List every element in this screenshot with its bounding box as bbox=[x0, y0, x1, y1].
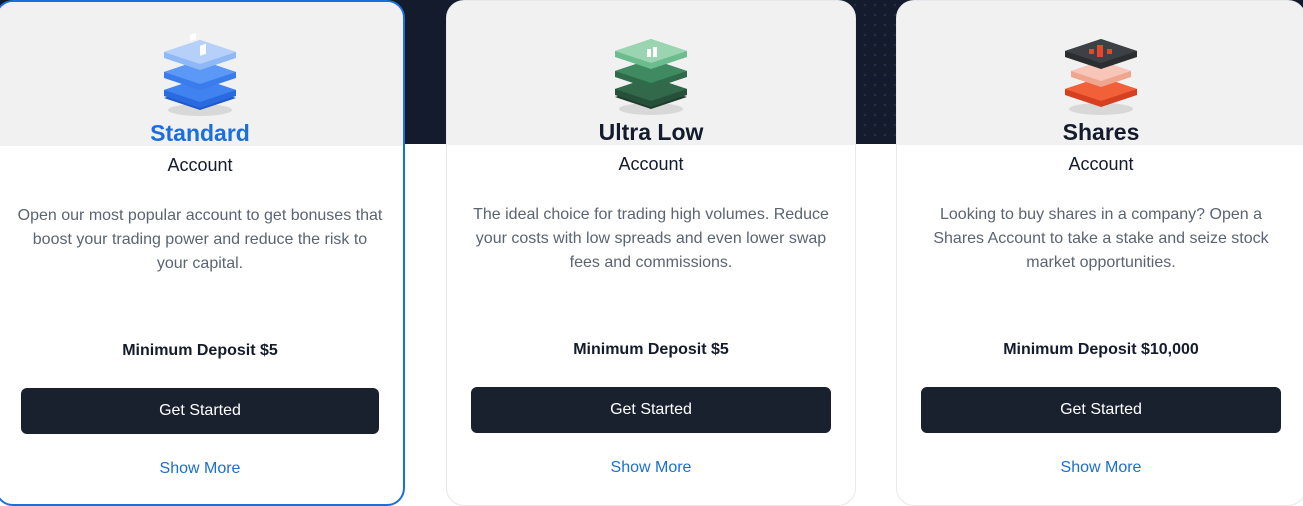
card-subtitle: Account bbox=[167, 155, 233, 175]
minimum-deposit: Minimum Deposit $5 bbox=[122, 342, 278, 359]
blue-layers-icon bbox=[150, 24, 250, 120]
card-description: Open our most popular account to get bon… bbox=[17, 207, 383, 272]
card-description: The ideal choice for trading high volume… bbox=[473, 206, 829, 271]
account-card-shares[interactable]: Shares Account Looking to buy shares in … bbox=[896, 0, 1303, 506]
account-card-ultra-low[interactable]: Ultra Low Account The ideal choice for t… bbox=[446, 0, 856, 506]
card-subtitle: Account bbox=[618, 154, 684, 174]
get-started-button[interactable]: Get Started bbox=[21, 388, 379, 434]
get-started-button[interactable]: Get Started bbox=[471, 387, 831, 433]
card-description: Looking to buy shares in a company? Open… bbox=[933, 206, 1269, 271]
card-title: Shares bbox=[1062, 119, 1140, 145]
get-started-button[interactable]: Get Started bbox=[921, 387, 1281, 433]
red-layers-icon bbox=[1051, 23, 1151, 119]
account-card-standard[interactable]: Standard Account Open our most popular a… bbox=[0, 0, 405, 506]
card-title: Ultra Low bbox=[598, 119, 704, 145]
show-more-link[interactable]: Show More bbox=[447, 459, 855, 477]
minimum-deposit: Minimum Deposit $10,000 bbox=[1003, 341, 1199, 358]
card-title: Standard bbox=[150, 120, 250, 146]
green-layers-icon bbox=[601, 23, 701, 119]
minimum-deposit: Minimum Deposit $5 bbox=[573, 341, 729, 358]
show-more-link[interactable]: Show More bbox=[897, 459, 1303, 477]
card-subtitle: Account bbox=[1068, 154, 1134, 174]
show-more-link[interactable]: Show More bbox=[0, 460, 403, 478]
